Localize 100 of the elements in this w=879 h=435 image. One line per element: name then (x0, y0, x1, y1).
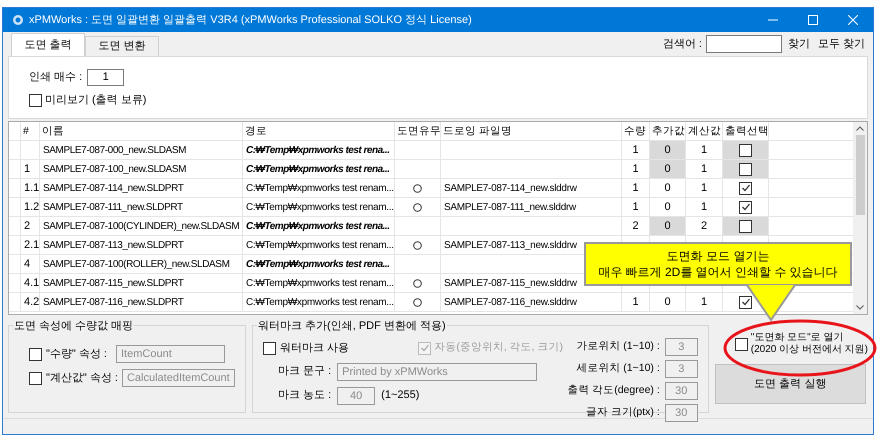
setting-label: 글자 크기(ptx) : (586, 405, 660, 420)
app-icon (12, 14, 24, 26)
table-cell-text: 0 (664, 218, 671, 234)
table-cell-text: 0 (664, 162, 671, 177)
drawing-exists-icon (413, 202, 422, 212)
table-cell-text: 2 (700, 218, 708, 234)
table-cell-text: 1.1 (24, 180, 40, 196)
drawing-exists-icon (413, 278, 422, 288)
column-header[interactable]: 추가값 (650, 122, 686, 140)
search-field[interactable] (706, 35, 782, 53)
callout-text: 도면화 모드 열기는 매우 빠르게 2D를 열어서 인쇄할 수 있습니다 (598, 248, 838, 280)
drawing-mode-checkbox[interactable] (734, 338, 748, 350)
drawing-exists-icon (413, 298, 422, 306)
search-label: 검색어 : (662, 36, 702, 52)
table-cell-text: C:₩Temp₩xpmworks test renam... (246, 296, 394, 310)
table-cell-text: 4.1 (24, 276, 40, 291)
table-cell-text: 1 (632, 180, 639, 196)
table-cell-text: SAMPLE7-087-114_new.SLDPRT (43, 182, 184, 196)
column-header[interactable]: 수량 (622, 122, 650, 140)
table-cell-text: 1 (700, 142, 708, 158)
column-header[interactable]: 경로 (243, 122, 395, 140)
table-cell-text: 1 (632, 162, 639, 177)
column-header[interactable]: 이름 (40, 122, 243, 140)
density-range: (1~255) (381, 388, 420, 404)
run-print-button[interactable]: 도면 출력 실행 (714, 364, 866, 404)
table-cell-text: 2 (632, 218, 639, 234)
checkbox[interactable] (29, 348, 42, 360)
table-cell-text: 2.1 (24, 238, 40, 253)
column-header[interactable]: # (21, 122, 40, 140)
close-icon[interactable] (848, 15, 858, 25)
table-cell-text: C:₩Temp₩xpmworks test renam... (246, 182, 394, 196)
print-count-field[interactable]: 1 (87, 69, 124, 86)
table-cell-text: 1 (632, 294, 639, 310)
column-header[interactable]: 출력선택 (723, 122, 769, 140)
table-cell-text: SAMPLE7-087-111_new.SLDPRT (43, 200, 183, 214)
table-cell-text: 1 (632, 200, 639, 215)
table-cell-text: SAMPLE7-087-100_new.SLDASM (43, 162, 186, 176)
maximize-icon[interactable] (808, 15, 818, 25)
table-cell-text: 0 (664, 200, 671, 215)
table-cell-text: C:₩Temp₩xpmworks test rena... (246, 220, 390, 234)
column-header[interactable]: 계산값 (686, 122, 723, 140)
output-checkbox[interactable] (739, 162, 752, 176)
setting-label: 출력 각도(degree) : (567, 383, 660, 398)
group-title: 워터마크 추가(인쇄, PDF 변환에 적용) (257, 318, 447, 334)
output-checkbox[interactable] (739, 296, 752, 308)
table-cell-text: 0 (664, 180, 671, 196)
table-cell-text: SAMPLE7-087-116_new.SLDPRT (43, 296, 184, 310)
property-label: "계산값" 속성 : (46, 370, 118, 386)
preview-checkbox[interactable] (29, 94, 42, 107)
mark-text-label: 마크 문구 : (278, 364, 332, 380)
table-cell-text: 4.2 (24, 294, 40, 310)
checkbox[interactable] (263, 342, 276, 355)
find-button[interactable]: 찾기 (786, 36, 812, 52)
drawing-exists-icon (413, 184, 422, 192)
setting-label: 가로위치 (1~10) : (576, 339, 660, 354)
table-cell-text: SAMPLE7-087-100(CYLINDER)_new.SLDASM (43, 220, 240, 234)
preview-label: 미리보기 (출력 보류) (45, 93, 146, 108)
table-cell-text: 1.2 (24, 200, 40, 215)
property-label: "수량" 속성 : (46, 346, 108, 362)
table-cell-text: SAMPLE7-087-000_new.SLDASM (43, 144, 186, 158)
table-cell-text: 4 (24, 256, 30, 272)
table-cell-text: 1 (700, 200, 708, 215)
table-cell-text: SAMPLE7-087-114_new.slddrw (444, 182, 577, 196)
table-cell-text: SAMPLE7-087-100(ROLLER)_new.SLDASM (43, 258, 230, 272)
output-checkbox[interactable] (739, 182, 752, 194)
table-cell-text: SAMPLE7-087-115_new.SLDPRT (43, 276, 184, 290)
drawing-exists-icon (413, 240, 422, 250)
output-checkbox[interactable] (739, 200, 752, 214)
table-cell-text: SAMPLE7-087-113_new.slddrw (444, 238, 577, 252)
table-cell-text: 0 (664, 142, 671, 158)
table-cell-text: 1 (700, 294, 708, 310)
table-cell-text: 1 (24, 162, 30, 177)
scroll-up-icon[interactable] (856, 126, 864, 131)
table-cell-text: SAMPLE7-087-111_new.slddrw (444, 200, 576, 214)
watermark-use-label: 워터마크 사용 (280, 341, 350, 356)
table-cell-text: 2 (24, 218, 30, 234)
tab[interactable]: 도면 출력 (11, 33, 85, 56)
find-button[interactable]: 모두 찾기 (816, 36, 867, 52)
column-header[interactable]: 드로잉 파일명 (441, 122, 622, 140)
table-cell-text: 1 (700, 180, 708, 196)
auto-label: 자동(중앙위치, 각도, 크기) (434, 340, 563, 356)
output-checkbox[interactable] (739, 220, 752, 232)
scrollbar[interactable] (853, 122, 867, 314)
column-header[interactable]: 도면유무 (395, 122, 441, 140)
tab[interactable]: 도면 변환 (85, 36, 159, 56)
drawing-mode-label: "도면화 모드"로 열기 (2020 이상 버전에서 지원) (750, 332, 868, 356)
output-checkbox[interactable] (739, 144, 752, 156)
mark-density-label: 마크 농도 : (278, 388, 332, 404)
scroll-down-icon[interactable] (856, 305, 864, 310)
table-cell-text: 0 (664, 294, 671, 310)
checkbox[interactable] (29, 372, 42, 384)
table-cell-text: C:₩Temp₩xpmworks test renam... (246, 276, 394, 290)
table-cell-text: C:₩Temp₩xpmworks test renam... (246, 200, 394, 214)
table-cell-text: C:₩Temp₩xpmworks test renam... (246, 238, 394, 252)
table-cell-text: C:₩Temp₩xpmworks test rena... (246, 144, 390, 158)
table-cell-text: 1 (632, 142, 639, 158)
window-title: xPMWorks : 도면 일괄변환 일괄출력 V3R4 (xPMWorks Professional SOLKO 정식 License) (29, 12, 472, 28)
table-cell-text: SAMPLE7-087-113_new.SLDPRT (43, 238, 184, 252)
table-cell-text: SAMPLE7-087-116_new.slddrw (444, 296, 577, 310)
table-cell-text: C:₩Temp₩xpmworks test rena... (246, 162, 390, 176)
